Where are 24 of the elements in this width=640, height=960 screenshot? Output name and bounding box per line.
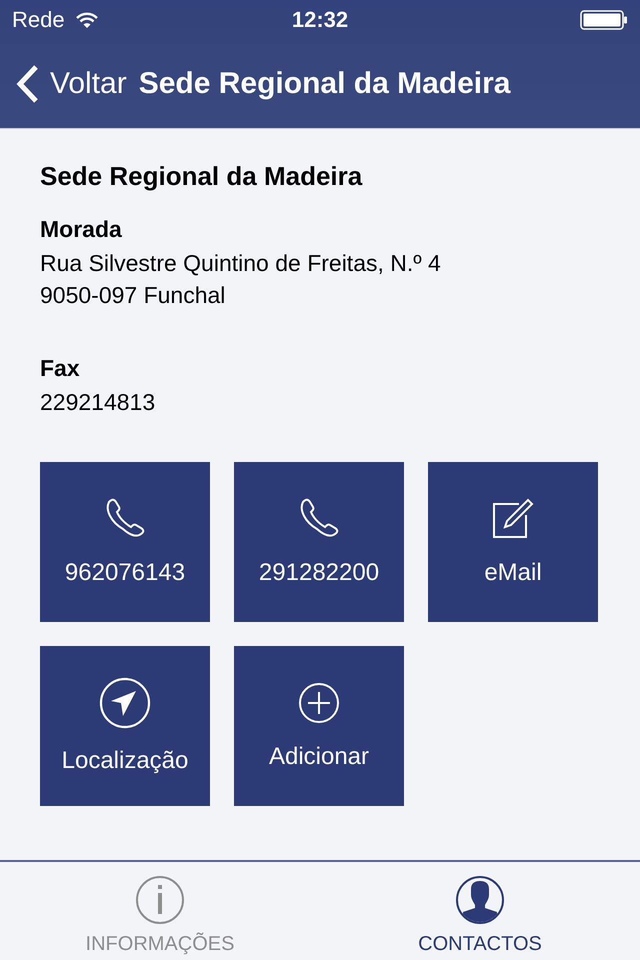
chevron-left-icon	[16, 64, 40, 104]
phone-tile[interactable]: 962076143	[40, 462, 210, 622]
field-label: Fax	[40, 355, 81, 382]
add-tile[interactable]: Adicionar	[234, 646, 404, 806]
tab[interactable]: CONTACTOS	[320, 862, 640, 960]
location-tile[interactable]: Localização	[40, 646, 210, 806]
field-value: 229214813	[40, 388, 156, 417]
wifi-icon	[74, 11, 99, 29]
back-label[interactable]: Voltar	[50, 67, 127, 101]
info-icon	[135, 875, 185, 925]
add-icon	[297, 681, 341, 725]
battery-icon	[580, 10, 628, 30]
back-button[interactable]: Voltar	[16, 64, 127, 104]
phone-tile[interactable]: 291282200	[234, 462, 404, 622]
compose-icon	[491, 497, 535, 541]
field-value: 9050-097 Funchal	[40, 281, 226, 310]
email-tile[interactable]: eMail	[428, 462, 598, 622]
field-value: Rua Silvestre Quintino de Freitas, N.º 4	[40, 249, 442, 278]
status-time: 12:32	[292, 7, 348, 33]
person-icon	[455, 875, 505, 925]
field-label: Morada	[40, 216, 123, 243]
office-name: Sede Regional da Madeira	[40, 161, 364, 192]
page-title: Sede Regional da Madeira	[138, 67, 510, 101]
carrier-name: Rede	[12, 7, 65, 33]
